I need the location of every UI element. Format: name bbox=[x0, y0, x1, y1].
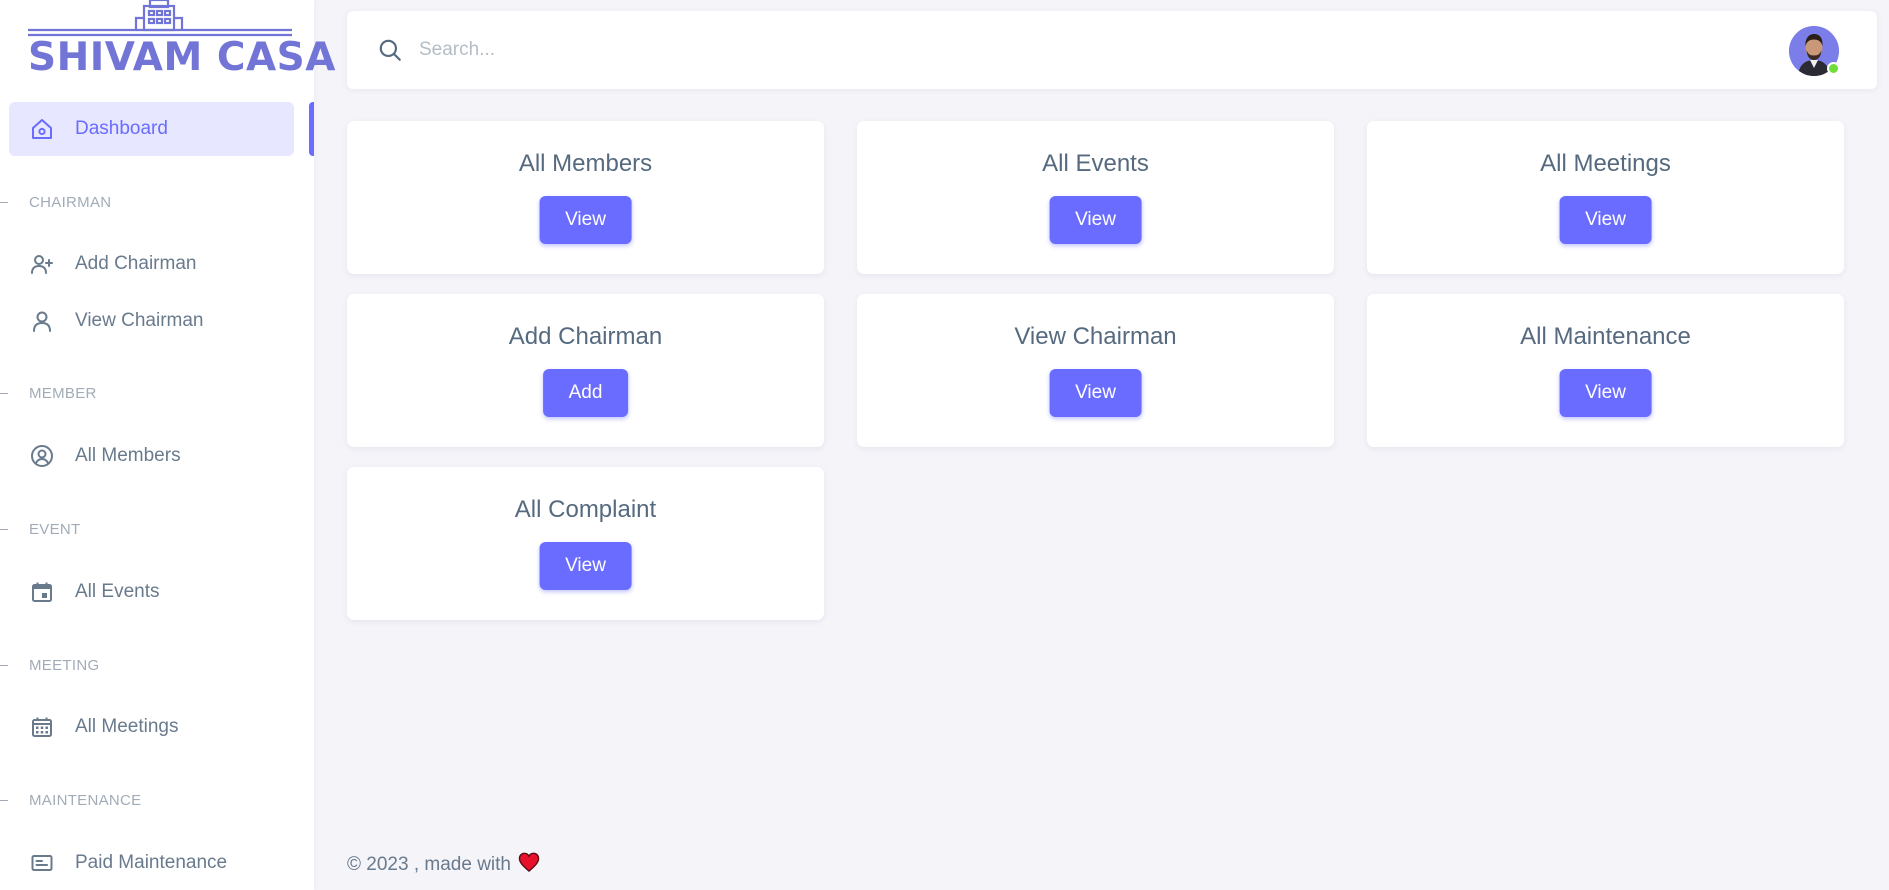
sidebar-item-dashboard[interactable]: Dashboard bbox=[9, 102, 294, 156]
card-view-chairman: View Chairman View bbox=[857, 294, 1334, 447]
heart-icon bbox=[518, 852, 540, 878]
calendar-grid-icon bbox=[29, 714, 55, 740]
section-header-meeting: MEETING bbox=[0, 654, 99, 676]
add-chairman-button[interactable]: Add bbox=[542, 369, 629, 417]
sidebar-item-label: All Events bbox=[75, 581, 160, 602]
sidebar-item-all-members[interactable]: All Members bbox=[9, 429, 294, 483]
sidebar-item-add-chairman[interactable]: Add Chairman bbox=[9, 237, 294, 291]
search-icon[interactable] bbox=[377, 37, 403, 68]
calendar-event-icon bbox=[29, 579, 55, 605]
footer: © 2023 , made with bbox=[347, 852, 540, 878]
id-card-icon bbox=[29, 850, 55, 876]
footer-text: © 2023 , made with bbox=[347, 854, 511, 875]
sidebar: SHIVAM CASA Dashboard CHAIRMAN Add Chair… bbox=[0, 0, 336, 890]
card-title: View Chairman bbox=[1014, 323, 1177, 350]
top-navbar bbox=[347, 11, 1877, 89]
view-chairman-button[interactable]: View bbox=[1049, 369, 1142, 417]
online-status-badge bbox=[1827, 62, 1840, 75]
sidebar-item-view-chairman[interactable]: View Chairman bbox=[9, 294, 294, 348]
brand-logo[interactable]: SHIVAM CASA bbox=[28, 0, 336, 86]
home-icon bbox=[29, 116, 55, 142]
card-all-maintenance: All Maintenance View bbox=[1367, 294, 1844, 447]
card-title: Add Chairman bbox=[508, 323, 663, 350]
brand-name: SHIVAM CASA bbox=[28, 35, 336, 80]
sidebar-item-label: Paid Maintenance bbox=[75, 852, 228, 873]
card-all-meetings: All Meetings View bbox=[1367, 121, 1844, 274]
sidebar-item-all-meetings[interactable]: All Meetings bbox=[9, 700, 294, 754]
sidebar-item-label: Add Chairman bbox=[75, 253, 197, 274]
user-icon bbox=[29, 308, 55, 334]
sidebar-item-all-events[interactable]: All Events bbox=[9, 565, 294, 619]
view-all-maintenance-button[interactable]: View bbox=[1559, 369, 1652, 417]
card-title: All Complaint bbox=[514, 496, 657, 523]
view-all-complaint-button[interactable]: View bbox=[539, 542, 632, 590]
view-all-members-button[interactable]: View bbox=[539, 196, 632, 244]
card-title: All Events bbox=[1042, 150, 1149, 177]
card-title: All Meetings bbox=[1540, 150, 1671, 177]
card-all-events: All Events View bbox=[857, 121, 1334, 274]
user-plus-icon bbox=[29, 251, 55, 277]
search-input[interactable] bbox=[419, 31, 659, 69]
sidebar-item-paid-maintenance[interactable]: Paid Maintenance bbox=[9, 836, 294, 890]
view-all-meetings-button[interactable]: View bbox=[1559, 196, 1652, 244]
section-header-maintenance: MAINTENANCE bbox=[0, 789, 141, 811]
section-header-event: EVENT bbox=[0, 518, 81, 540]
card-title: All Members bbox=[518, 150, 653, 177]
card-title: All Maintenance bbox=[1520, 323, 1691, 350]
sidebar-item-label: Dashboard bbox=[75, 118, 168, 139]
section-header-member: MEMBER bbox=[0, 382, 97, 404]
view-all-events-button[interactable]: View bbox=[1049, 196, 1142, 244]
sidebar-item-label: View Chairman bbox=[75, 310, 204, 331]
card-add-chairman: Add Chairman Add bbox=[347, 294, 824, 447]
sidebar-item-label: All Meetings bbox=[75, 716, 179, 737]
sidebar-item-label: All Members bbox=[75, 445, 181, 466]
card-all-complaint: All Complaint View bbox=[347, 467, 824, 620]
section-header-chairman: CHAIRMAN bbox=[0, 191, 111, 213]
user-circle-icon bbox=[29, 443, 55, 469]
card-all-members: All Members View bbox=[347, 121, 824, 274]
active-indicator bbox=[309, 102, 314, 156]
